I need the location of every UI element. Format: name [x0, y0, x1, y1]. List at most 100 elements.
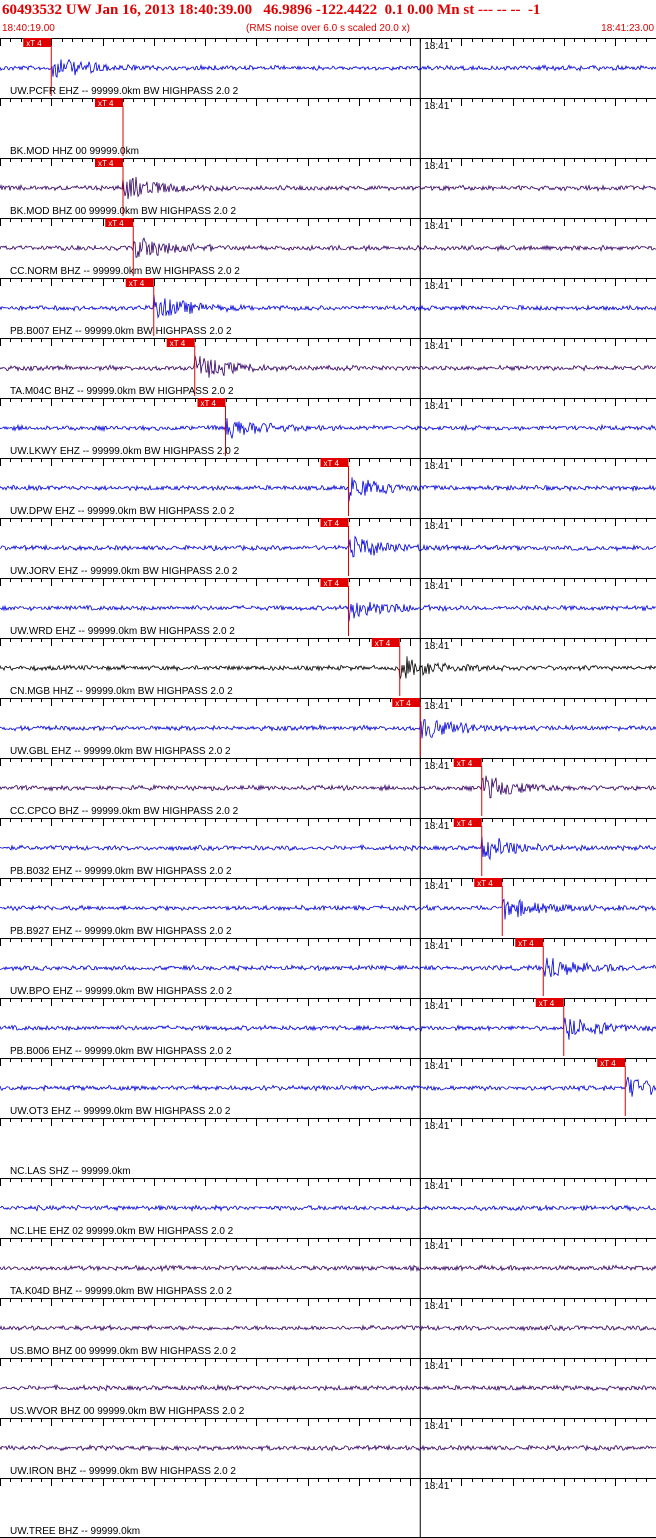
pick-label: xT 4	[324, 579, 340, 588]
trace-panel: 18:41 xT 4 BK.MOD HHZ 00 99999.0km	[0, 98, 656, 158]
trace-panel: 18:41 xT 4 UW.GBL EHZ -- 99999.0km BW HIGH…	[0, 698, 656, 758]
minute-label: 18:41	[424, 41, 449, 52]
minute-label: 18:41	[424, 1481, 449, 1492]
trace-panel: 18:41 xT 4 PB.B927 EHZ -- 99999.0km BW HIG…	[0, 878, 656, 938]
station-label: TA.M04C BHZ -- 99999.0km BW HIGHPASS 2.0…	[10, 386, 234, 397]
waveform	[0, 58, 656, 78]
waveform	[0, 898, 656, 920]
seismogram-panels: 18:41 xT 4 UW.PCFR EHZ -- 99999.0km BW HIG…	[0, 38, 656, 1538]
minute-label: 18:41	[424, 821, 449, 832]
minute-label: 18:41	[424, 281, 449, 292]
minute-label: 18:41	[424, 761, 449, 772]
station-label: UW.JORV EHZ -- 99999.0km BW HIGHPASS 2.0…	[10, 566, 238, 577]
pick-label: xT 4	[201, 399, 217, 408]
waveform	[0, 1324, 656, 1332]
minute-label: 18:41	[424, 1421, 449, 1432]
station-label: PB.B007 EHZ -- 99999.0km BW HIGHPASS 2.0…	[10, 326, 232, 337]
waveform	[0, 237, 656, 258]
trace-panel: 18:41 NC.LAS SHZ -- 99999.0km	[0, 1118, 656, 1178]
station-label: UW.OT3 EHZ -- 99999.0km BW HIGHPASS 2.0 …	[10, 1106, 231, 1117]
waveform	[0, 836, 656, 861]
waveform	[0, 719, 656, 739]
minute-label: 18:41	[424, 1181, 449, 1192]
minute-label: 18:41	[424, 581, 449, 592]
trace-panel: 18:41 UW.IRON BHZ -- 99999.0km BW HIGHPAS…	[0, 1418, 656, 1478]
trace-panel: 18:41 xT 4 PB.B006 EHZ -- 99999.0km BW HIG…	[0, 998, 656, 1058]
event-title: 60493532 UW Jan 16, 2013 18:40:39.00 46.…	[2, 2, 541, 18]
station-label: NC.LAS SHZ -- 99999.0km	[10, 1166, 131, 1177]
trace-panel: 18:41 UW.TREE BHZ -- 99999.0km	[0, 1478, 656, 1538]
minute-label: 18:41	[424, 1241, 449, 1252]
station-label: TA.K04D BHZ -- 99999.0km BW HIGHPASS 2.0…	[10, 1286, 232, 1297]
waveform	[0, 294, 656, 319]
station-label: UW.PCFR EHZ -- 99999.0km BW HIGHPASS 2.0…	[10, 86, 239, 97]
minute-label: 18:41	[424, 1361, 449, 1372]
pick-label: xT 4	[518, 939, 534, 948]
station-label: PB.B006 EHZ -- 99999.0km BW HIGHPASS 2.0…	[10, 1046, 232, 1057]
waveform	[0, 1383, 656, 1392]
pick-label: xT 4	[98, 99, 114, 108]
station-label: PB.B927 EHZ -- 99999.0km BW HIGHPASS 2.0…	[10, 926, 232, 937]
trace-panel: 18:41 TA.K04D BHZ -- 99999.0km BW HIGHPAS…	[0, 1238, 656, 1298]
trace-panel: 18:41 xT 4 PB.B032 EHZ -- 99999.0km BW HIG…	[0, 818, 656, 878]
trace-panel: 18:41 xT 4 CC.NORM BHZ -- 99999.0km BW HIG…	[0, 218, 656, 278]
waveform	[0, 601, 656, 622]
trace-panel: 18:41 xT 4 PB.B007 EHZ -- 99999.0km BW HIG…	[0, 278, 656, 338]
station-label: UW.TREE BHZ -- 99999.0km	[10, 1526, 140, 1537]
end-time-label: 18:41:23.00	[601, 23, 654, 34]
pick-label: xT 4	[457, 759, 473, 768]
trace-panel: 18:41 NC.LHE EHZ 02 99999.0km BW HIGHPASS…	[0, 1178, 656, 1238]
waveform	[0, 1076, 656, 1097]
pick-label: xT 4	[324, 459, 340, 468]
pick-label: xT 4	[600, 1059, 616, 1068]
station-label: BK.MOD HHZ 00 99999.0km	[10, 146, 139, 157]
pick-label: xT 4	[98, 159, 114, 168]
pick-label: xT 4	[170, 339, 186, 348]
trace-panel: 18:41 xT 4 CC.CPCO BHZ -- 99999.0km BW HIG…	[0, 758, 656, 818]
minute-label: 18:41	[424, 1121, 449, 1132]
waveform	[0, 775, 656, 799]
station-label: BK.MOD BHZ 00 99999.0km BW HIGHPASS 2.0 …	[10, 206, 236, 217]
waveform	[0, 656, 656, 680]
minute-label: 18:41	[424, 1301, 449, 1312]
plot-header: 60493532 UW Jan 16, 2013 18:40:39.00 46.…	[0, 0, 656, 38]
minute-label: 18:41	[424, 101, 449, 112]
waveform	[0, 535, 656, 558]
pick-label: xT 4	[477, 879, 493, 888]
minute-label: 18:41	[424, 341, 449, 352]
trace-panel: 18:41 xT 4 UW.WRD EHZ -- 99999.0km BW HIGH…	[0, 578, 656, 638]
waveform	[0, 1204, 656, 1213]
trace-panel: 18:41 xT 4 UW.OT3 EHZ -- 99999.0km BW HIGH…	[0, 1058, 656, 1118]
minute-label: 18:41	[424, 401, 449, 412]
pick-label: xT 4	[457, 819, 473, 828]
waveform	[0, 418, 656, 439]
station-label: UW.IRON BHZ -- 99999.0km BW HIGHPASS 2.0…	[10, 1466, 236, 1477]
waveform	[0, 355, 656, 378]
minute-label: 18:41	[424, 941, 449, 952]
pick-label: xT 4	[129, 279, 145, 288]
trace-panel: 18:41 xT 4 UW.PCFR EHZ -- 99999.0km BW HIG…	[0, 38, 656, 98]
trace-panel: 18:41 xT 4 UW.LKWY EHZ -- 99999.0km BW HIG…	[0, 398, 656, 458]
trace-panel: 18:41 US.BMO BHZ 00 99999.0km BW HIGHPASS…	[0, 1298, 656, 1358]
waveform	[0, 957, 656, 978]
trace-panel: 18:41 xT 4 CN.MGB HHZ -- 99999.0km BW HIGH…	[0, 638, 656, 698]
trace-panel: 18:41 US.WVOR BHZ 00 99999.0km BW HIGHPAS…	[0, 1358, 656, 1418]
minute-label: 18:41	[424, 701, 449, 712]
station-label: CC.NORM BHZ -- 99999.0km BW HIGHPASS 2.0…	[10, 266, 240, 277]
waveform	[0, 1264, 656, 1273]
station-label: UW.WRD EHZ -- 99999.0km BW HIGHPASS 2.0 …	[10, 626, 235, 637]
pick-label: xT 4	[395, 699, 411, 708]
minute-label: 18:41	[424, 161, 449, 172]
trace-panel: 18:41 xT 4 TA.M04C BHZ -- 99999.0km BW HIG…	[0, 338, 656, 398]
pick-label: xT 4	[26, 39, 42, 48]
minute-label: 18:41	[424, 221, 449, 232]
waveform	[0, 1443, 656, 1452]
station-label: UW.DPW EHZ -- 99999.0km BW HIGHPASS 2.0 …	[10, 506, 235, 517]
waveform	[0, 1017, 656, 1040]
trace-panel: 18:41 xT 4 UW.DPW EHZ -- 99999.0km BW HIGH…	[0, 458, 656, 518]
waveform	[0, 176, 656, 200]
station-label: UW.BPO EHZ -- 99999.0km BW HIGHPASS 2.0 …	[10, 986, 233, 997]
minute-label: 18:41	[424, 1061, 449, 1072]
pick-label: xT 4	[324, 519, 340, 528]
minute-label: 18:41	[424, 881, 449, 892]
